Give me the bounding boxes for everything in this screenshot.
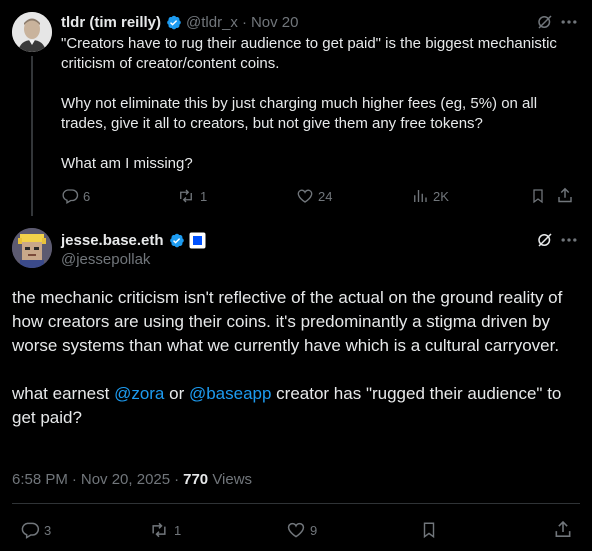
grok-icon[interactable] <box>536 231 554 254</box>
verified-badge-icon <box>165 14 182 31</box>
divider <box>12 503 580 504</box>
tweet-text: "Creators have to rug their audience to … <box>61 34 571 194</box>
reply-icon <box>21 522 40 539</box>
tweet-date[interactable]: Nov 20 <box>251 14 299 31</box>
bookmark-icon[interactable] <box>530 187 546 210</box>
user-handle[interactable]: @jessepollak <box>61 251 150 268</box>
like-count: 9 <box>310 522 318 538</box>
repost-button[interactable]: 1 <box>148 520 181 540</box>
meta-separator: · <box>174 471 180 488</box>
tweet-paragraph: what earnest @zora or @baseapp creator h… <box>12 382 582 430</box>
like-button[interactable]: 9 <box>286 520 317 540</box>
avatar-jesse-image <box>12 228 52 268</box>
tweet-paragraph: Why not eliminate this by just charging … <box>61 95 538 132</box>
like-button[interactable]: 24 <box>296 187 332 205</box>
affiliate-badge-icon[interactable] <box>189 232 206 249</box>
like-count: 24 <box>318 188 333 204</box>
views-count: 770 <box>183 471 209 488</box>
heart-icon <box>287 522 305 538</box>
avatar-tldr-image <box>12 12 52 52</box>
views-label: Views <box>212 471 253 488</box>
mention-link-zora[interactable]: @zora <box>114 384 164 403</box>
reply-button[interactable]: 3 <box>20 520 51 540</box>
avatar-tldr[interactable] <box>12 12 52 52</box>
more-options-icon[interactable] <box>559 230 579 255</box>
verified-badge-icon <box>168 232 185 249</box>
analytics-icon <box>414 190 427 202</box>
thread-connector-line <box>31 56 33 216</box>
tweet-text: the mechanic criticism isn't reflective … <box>12 286 582 454</box>
views-count: 2K <box>433 188 449 204</box>
reply-count: 6 <box>83 188 91 204</box>
repost-icon <box>152 522 166 538</box>
avatar-jesse[interactable] <box>12 228 52 268</box>
reply-button[interactable]: 6 <box>61 187 90 205</box>
repost-count: 1 <box>174 522 182 538</box>
repost-button[interactable]: 1 <box>176 187 207 205</box>
user-handle[interactable]: @tldr_x <box>186 14 238 31</box>
meta-separator: · <box>71 471 77 488</box>
bookmark-icon[interactable] <box>420 520 438 545</box>
header-separator: · <box>241 13 247 31</box>
share-icon[interactable] <box>556 186 574 210</box>
tweet-header: jesse.base.eth <box>61 230 206 250</box>
heart-icon <box>297 189 313 203</box>
text-run: or <box>164 384 189 403</box>
tweet-full-date[interactable]: Nov 20, 2025 <box>81 471 170 488</box>
tweet-paragraph: "Creators have to rug their audience to … <box>61 35 557 72</box>
repost-icon <box>180 189 192 203</box>
tweet-meta: 6:58 PM · Nov 20, 2025 · 770 Views <box>12 471 252 488</box>
text-run: what earnest <box>12 384 115 403</box>
display-name[interactable]: jesse.base.eth <box>61 232 164 249</box>
reply-count: 3 <box>44 522 52 538</box>
views-button[interactable]: 2K <box>411 187 449 205</box>
mention-link-baseapp[interactable]: @baseapp <box>189 384 272 403</box>
grok-icon[interactable] <box>536 13 554 36</box>
share-icon[interactable] <box>553 519 573 545</box>
tweet-header: tldr (tim reilly) @tldr_x · Nov 20 <box>61 12 298 32</box>
tweet-paragraph: the mechanic criticism isn't reflective … <box>12 288 563 355</box>
tweet-paragraph: What am I missing? <box>61 155 193 172</box>
reply-icon <box>62 189 79 204</box>
tweet-time[interactable]: 6:58 PM <box>12 471 68 488</box>
repost-count: 1 <box>200 188 208 204</box>
display-name[interactable]: tldr (tim reilly) <box>61 14 161 31</box>
